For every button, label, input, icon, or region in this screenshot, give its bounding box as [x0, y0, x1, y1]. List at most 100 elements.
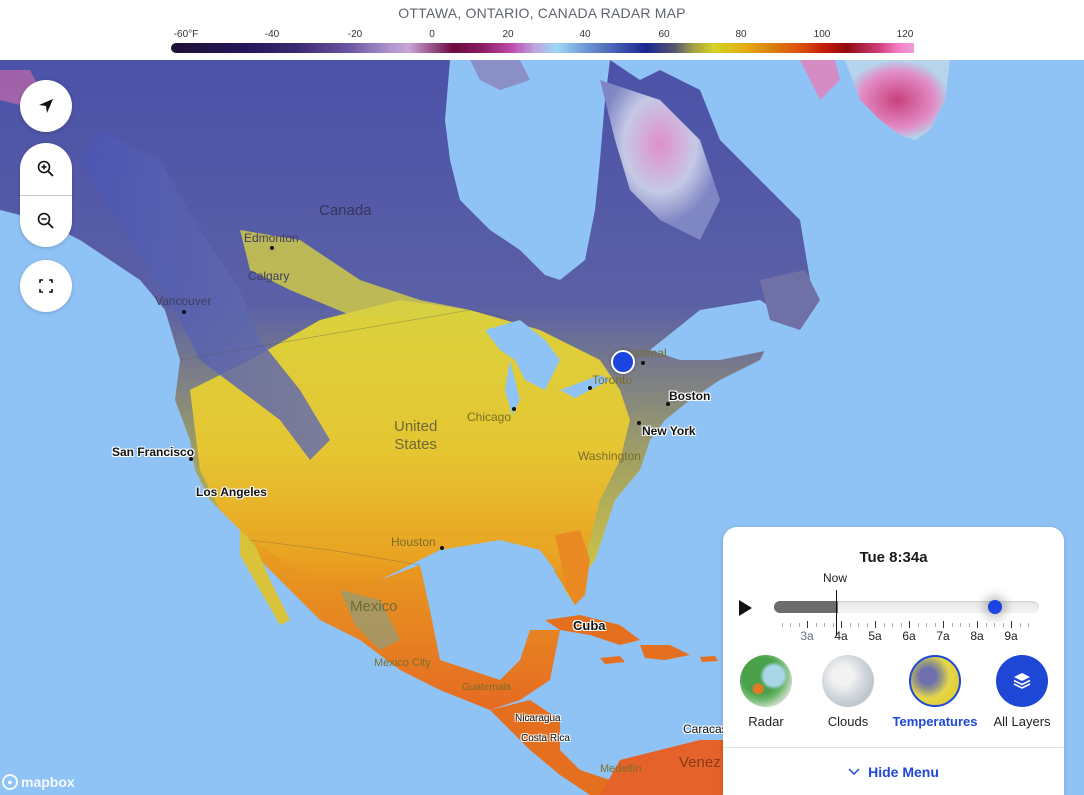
- layer-label: Temperatures: [892, 714, 978, 729]
- clouds-thumbnail-icon: [822, 655, 874, 707]
- hide-menu-button[interactable]: Hide Menu: [723, 764, 1064, 780]
- header-legend: OTTAWA, ONTARIO, CANADA RADAR MAP -60°F …: [0, 0, 1084, 60]
- legend-tick: 60: [658, 29, 670, 40]
- layer-temperatures[interactable]: Temperatures: [892, 655, 978, 729]
- label-costa-rica: Costa Rica: [521, 733, 570, 744]
- timeline-minor-tick: [815, 623, 817, 627]
- label-chicago: Chicago: [467, 410, 512, 424]
- layer-label: All Layers: [993, 714, 1051, 729]
- timeline-major-tick: [807, 621, 808, 628]
- layer-label: Radar: [748, 714, 784, 729]
- label-mexico-city: Mexico City: [374, 657, 431, 669]
- layer-selector: Radar Clouds Temperatures All Layers: [723, 655, 1064, 733]
- legend-tick: 120: [896, 29, 914, 40]
- hour-label: 5a: [868, 629, 882, 643]
- selected-location-marker[interactable]: [611, 350, 635, 374]
- timeline-hour-labels: 3a 4a 5a 6a 7a 8a 9a: [723, 629, 1064, 643]
- radar-map-page: OTTAWA, ONTARIO, CANADA RADAR MAP -60°F …: [0, 0, 1084, 795]
- timeline-minor-tick: [798, 623, 800, 627]
- fullscreen-icon: [39, 279, 53, 293]
- timeline-minor-tick: [1019, 623, 1021, 627]
- label-houston: Houston: [391, 535, 436, 549]
- layer-all-layers[interactable]: All Layers: [979, 655, 1065, 729]
- label-united-states: United States: [394, 418, 438, 453]
- label-vancouver: Vancouver: [155, 294, 212, 308]
- timeline-major-tick: [875, 621, 876, 628]
- timeline-ticks: [779, 621, 1035, 629]
- city-dot: [270, 246, 274, 250]
- greenland: [845, 60, 950, 140]
- timeline-minor-tick: [1028, 623, 1029, 627]
- layer-clouds[interactable]: Clouds: [805, 655, 891, 729]
- play-button[interactable]: [739, 600, 752, 616]
- city-dot: [588, 386, 592, 390]
- city-dot: [189, 457, 193, 461]
- zoom-control: [20, 143, 72, 247]
- timeline-minor-tick: [858, 623, 859, 627]
- label-caracas: Caracas: [683, 722, 728, 736]
- city-dot: [641, 361, 645, 365]
- hispaniola: [640, 645, 690, 660]
- timeline-minor-tick: [900, 623, 902, 627]
- timeline-minor-tick: [934, 623, 936, 627]
- city-dot: [666, 402, 670, 406]
- layer-timeline-panel: Tue 8:34a Now 3a 4a 5a 6a 7a 8a 9a Radar…: [723, 527, 1064, 795]
- legend-tick: -20: [347, 29, 363, 40]
- chevron-down-icon: [848, 768, 860, 776]
- timeline-minor-tick: [892, 623, 893, 627]
- timeline-minor-tick: [917, 623, 919, 627]
- legend-tick: 20: [502, 29, 514, 40]
- timeline-minor-tick: [866, 623, 868, 627]
- label-toronto: Toronto: [592, 373, 633, 387]
- timeline-minor-tick: [824, 623, 825, 627]
- timeline-minor-tick: [883, 623, 885, 627]
- timeline-minor-tick: [985, 623, 987, 627]
- timeline-minor-tick: [960, 623, 961, 627]
- locate-button[interactable]: [20, 80, 72, 132]
- label-nicaragua: Nicaragua: [515, 713, 561, 724]
- hour-label: 6a: [902, 629, 916, 643]
- hour-label: 8a: [970, 629, 984, 643]
- mapbox-logo-icon: ●: [2, 774, 18, 790]
- legend-tick: -40: [264, 29, 280, 40]
- label-los-angeles: Los Angeles: [196, 485, 267, 499]
- layer-label: Clouds: [827, 714, 869, 729]
- label-washington: Washington: [578, 449, 641, 463]
- layers-stack-icon: [996, 655, 1048, 707]
- jamaica: [600, 656, 625, 664]
- timeline-minor-tick: [951, 623, 953, 627]
- timeline-past-fill: [774, 601, 838, 613]
- legend-tick: 80: [735, 29, 747, 40]
- zoom-in-icon: [37, 160, 54, 177]
- mapbox-wordmark: mapbox: [21, 774, 75, 790]
- label-venezuela: Venez: [679, 754, 721, 771]
- hour-label: 3a: [800, 629, 814, 643]
- page-title: OTTAWA, ONTARIO, CANADA RADAR MAP: [398, 5, 686, 21]
- timeline-minor-tick: [790, 623, 791, 627]
- legend-tick: -60°F: [173, 29, 199, 40]
- legend-tick: 40: [579, 29, 591, 40]
- fullscreen-button[interactable]: [20, 260, 72, 312]
- greenland-west: [800, 60, 840, 100]
- label-san-francisco: San Francisco: [112, 445, 195, 459]
- timeline-minor-tick: [926, 623, 927, 627]
- label-canada: Canada: [319, 202, 372, 219]
- legend-tick: 0: [429, 29, 435, 40]
- timeline-minor-tick: [832, 623, 834, 627]
- radar-thumbnail-icon: [740, 655, 792, 707]
- timeline-minor-tick: [1002, 623, 1004, 627]
- mapbox-attribution[interactable]: ● mapbox: [2, 774, 75, 790]
- timeline-major-tick: [977, 621, 978, 628]
- layer-radar[interactable]: Radar: [723, 655, 809, 729]
- timeline-thumb[interactable]: [988, 600, 1003, 614]
- hide-menu-label: Hide Menu: [868, 764, 939, 780]
- timeline-major-tick: [841, 621, 842, 628]
- timeline-major-tick: [1011, 621, 1012, 628]
- zoom-in-button[interactable]: [20, 143, 72, 195]
- zoom-out-button[interactable]: [20, 195, 72, 247]
- hour-label: 7a: [936, 629, 950, 643]
- timeline-minor-tick: [994, 623, 995, 627]
- now-label: Now: [823, 571, 848, 585]
- label-edmonton: Edmonton: [244, 231, 299, 245]
- city-dot: [182, 310, 186, 314]
